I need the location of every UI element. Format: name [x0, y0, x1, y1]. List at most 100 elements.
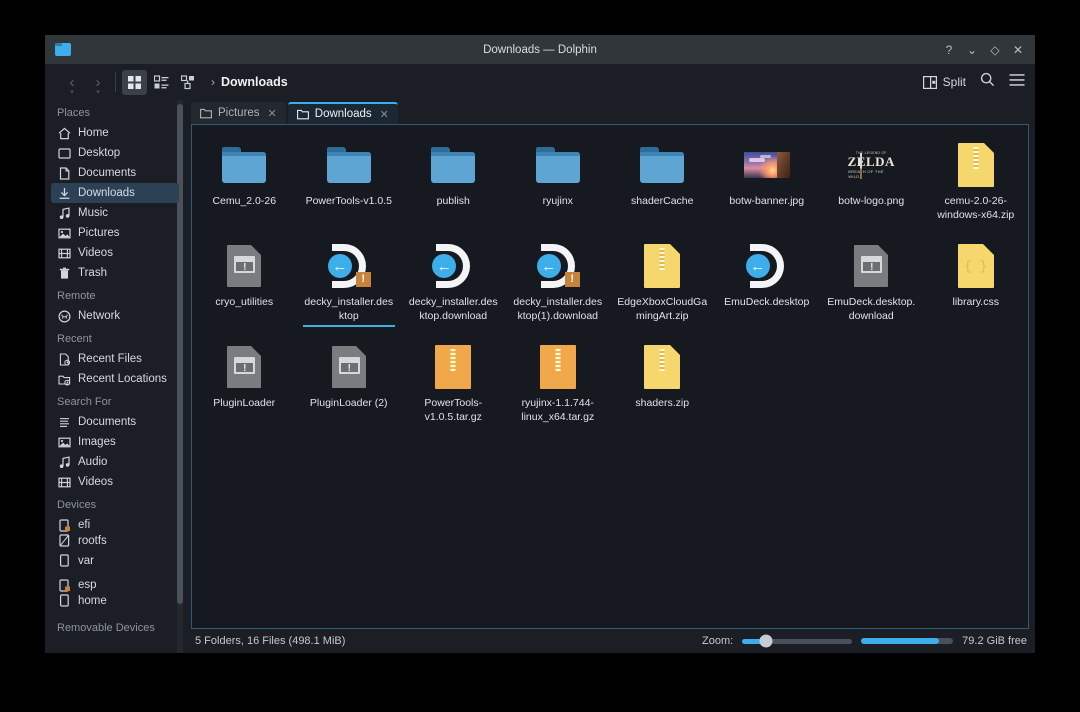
forward-button[interactable]: ›: [85, 74, 111, 91]
file-item[interactable]: ! EmuDeck.desktop.download: [819, 236, 924, 337]
file-item[interactable]: publish: [401, 135, 506, 236]
file-item[interactable]: ryujinx-1.1.744-linux_x64.tar.gz: [506, 337, 611, 438]
file-item[interactable]: THE LEGEND OF ZELDA BREATH OF THE WILD botw…: [819, 135, 924, 236]
sidebar-item-home[interactable]: Home: [51, 123, 179, 143]
file-item[interactable]: { } library.css: [924, 236, 1029, 337]
sidebar-device-label: esp: [78, 579, 97, 591]
file-item[interactable]: ←! decky_installer.desktop: [297, 236, 402, 337]
minimize-button[interactable]: ⌄: [966, 44, 978, 56]
zoom-slider[interactable]: [742, 634, 853, 648]
icons-view-icon[interactable]: [122, 69, 147, 95]
tab-pictures[interactable]: Pictures ✕: [191, 102, 286, 124]
file-item-label: EdgeXboxCloudGamingArt.zip: [617, 296, 708, 322]
desktop-launcher-icon: ←!: [535, 243, 581, 289]
file-item-label: PowerTools-v1.0.5.tar.gz: [424, 397, 483, 423]
file-item[interactable]: shaders.zip: [610, 337, 715, 438]
audio-icon: [57, 455, 71, 469]
recent-locations-icon: [57, 372, 71, 386]
back-button[interactable]: ‹: [59, 74, 85, 91]
executable-file-icon: !: [331, 346, 366, 388]
hamburger-menu-icon[interactable]: [1009, 73, 1025, 92]
file-icon-box: [534, 343, 582, 391]
file-item[interactable]: shaderCache: [610, 135, 715, 236]
folder-tab-icon: [296, 109, 309, 119]
file-icon-box: [638, 141, 686, 189]
sidebar-item-search-audio[interactable]: Audio: [51, 452, 179, 472]
search-icon[interactable]: [980, 72, 995, 92]
sidebar-item-videos[interactable]: Videos: [51, 243, 179, 263]
images-icon: [57, 435, 71, 449]
sidebar-item-search-images[interactable]: Images: [51, 432, 179, 452]
file-item[interactable]: ! PluginLoader: [192, 337, 297, 438]
file-item-label: library.css: [952, 296, 999, 308]
file-grid: Cemu_2.0-26 PowerTools-v1.0.5 publish ryuji…: [192, 135, 1028, 438]
sidebar-item-downloads[interactable]: Downloads: [51, 183, 179, 203]
file-icon-box: THE LEGEND OF ZELDA BREATH OF THE WILD: [847, 141, 895, 189]
sidebar-item-label: Desktop: [78, 147, 121, 159]
close-button[interactable]: ✕: [1012, 44, 1024, 56]
sidebar-item-pictures[interactable]: Pictures: [51, 223, 179, 243]
split-button[interactable]: Split: [922, 75, 966, 89]
file-item[interactable]: cemu-2.0-26-windows-x64.zip: [924, 135, 1029, 236]
sidebar-item-trash[interactable]: Trash: [51, 263, 179, 283]
zoom-label: Zoom:: [701, 635, 734, 647]
file-item[interactable]: Cemu_2.0-26: [192, 135, 297, 236]
file-item[interactable]: ←! decky_installer.desktop(1).download: [506, 236, 611, 337]
sidebar-item-recent-files[interactable]: Recent Files: [51, 349, 179, 369]
file-item[interactable]: PowerTools-v1.0.5.tar.gz: [401, 337, 506, 438]
sidebar-item-search-videos[interactable]: Videos: [51, 472, 179, 492]
sidebar-item-label: Recent Files: [78, 353, 142, 365]
details-view-icon[interactable]: [176, 70, 201, 95]
file-item[interactable]: ← EmuDeck.desktop: [715, 236, 820, 337]
breadcrumb-current[interactable]: Downloads: [221, 75, 288, 89]
title-bar[interactable]: Downloads — Dolphin ? ⌄ ◇ ✕: [45, 35, 1035, 64]
image-thumbnail-icon: [743, 152, 790, 178]
sidebar-item-desktop[interactable]: Desktop: [51, 143, 179, 163]
tab-close-icon[interactable]: ✕: [268, 107, 277, 120]
file-item[interactable]: ! PluginLoader (2): [297, 337, 402, 438]
file-grid-pane[interactable]: Cemu_2.0-26 PowerTools-v1.0.5 publish ryuji…: [191, 124, 1029, 629]
documents-icon: [57, 415, 71, 429]
maximize-button[interactable]: ◇: [989, 44, 1001, 56]
desktop-launcher-icon: ←: [744, 243, 790, 289]
sidebar-device-rootfs[interactable]: rootfs: [51, 534, 179, 555]
file-item[interactable]: ryujinx: [506, 135, 611, 236]
file-icon-box: ←: [743, 242, 791, 290]
sidebar-device-esp[interactable]: esp: [51, 575, 179, 595]
sidebar-item-label: Audio: [78, 456, 108, 468]
sidebar-item-recent-locations[interactable]: Recent Locations: [51, 369, 179, 389]
tab-label: Pictures: [218, 107, 260, 119]
sidebar-item-music[interactable]: Music: [51, 203, 179, 223]
sidebar-group-search-for: Search For: [57, 396, 112, 408]
sidebar-item-documents[interactable]: Documents: [51, 163, 179, 183]
tab-downloads[interactable]: Downloads ✕: [287, 102, 398, 124]
help-button[interactable]: ?: [943, 44, 955, 56]
file-item[interactable]: botw-banner.jpg: [715, 135, 820, 236]
tab-close-icon[interactable]: ✕: [380, 108, 389, 121]
sidebar-item-search-documents[interactable]: Documents: [51, 412, 179, 432]
sidebar-device-home[interactable]: home: [51, 594, 179, 615]
window-controls: ? ⌄ ◇ ✕: [943, 44, 1029, 56]
tab-bar: Pictures ✕ Downloads ✕: [185, 100, 1035, 124]
file-item-label: decky_installer.desktop(1).download: [513, 296, 603, 322]
pictures-icon: [57, 226, 71, 240]
zoom-slider-handle[interactable]: [759, 634, 773, 648]
recent-files-icon: [57, 352, 71, 366]
file-icon-box: ←: [429, 242, 477, 290]
sidebar-device-efi[interactable]: efi: [51, 515, 179, 535]
file-item[interactable]: ← decky_installer.desktop.download: [401, 236, 506, 337]
sidebar-item-label: Documents: [78, 167, 137, 179]
network-icon: [57, 309, 71, 323]
executable-file-icon: !: [227, 346, 262, 388]
file-item[interactable]: EdgeXboxCloudGamingArt.zip: [610, 236, 715, 337]
sidebar-device-var[interactable]: var: [51, 554, 179, 575]
drive-icon: [57, 594, 71, 608]
sidebar-item-network[interactable]: Network: [51, 306, 179, 326]
free-space-label: 79.2 GiB free: [962, 635, 1027, 647]
file-item[interactable]: PowerTools-v1.0.5: [297, 135, 402, 236]
file-item[interactable]: ! cryo_utilities: [192, 236, 297, 337]
compact-view-icon[interactable]: [149, 70, 174, 95]
free-space-bar: [861, 638, 954, 644]
file-icon-box: !: [220, 343, 268, 391]
drive-icon: [57, 518, 71, 532]
